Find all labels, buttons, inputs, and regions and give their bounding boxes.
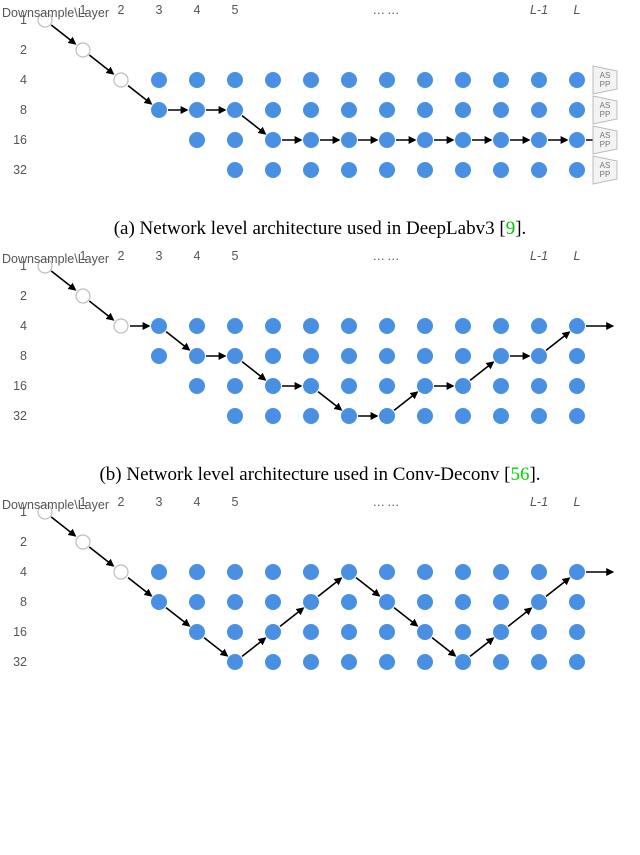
- svg-text:PP: PP: [600, 170, 611, 179]
- col-label: L-1: [530, 249, 548, 263]
- diagram-zigzag: Downsample\Layer1 2 3 4 5 …… L-1 L 1 2 4 8 16 32: [0, 492, 640, 702]
- col-label: 1: [80, 249, 87, 263]
- caption-b: (b) Network level architecture used in C…: [0, 456, 640, 492]
- col-label: ……: [373, 3, 402, 17]
- caption-b-post: ].: [529, 464, 540, 485]
- caption-a-ref: 9: [506, 218, 516, 239]
- svg-text:PP: PP: [600, 140, 611, 149]
- col-label: 4: [194, 3, 201, 17]
- row-label: 2: [20, 43, 27, 57]
- svg-text:AS: AS: [600, 71, 611, 80]
- col-label: 4: [194, 249, 201, 263]
- col-label: L: [574, 495, 581, 509]
- row-label: 8: [20, 595, 27, 609]
- svg-text:PP: PP: [600, 80, 611, 89]
- axis-title: Downsample\Layer: [2, 6, 109, 20]
- row-label: 32: [13, 655, 27, 669]
- col-label: 1: [80, 3, 87, 17]
- row-label: 32: [13, 163, 27, 177]
- svg-text:AS: AS: [600, 101, 611, 110]
- row-label: 32: [13, 409, 27, 423]
- row-label: 1: [20, 13, 27, 27]
- caption-b-ref: 56: [510, 464, 529, 485]
- row-label: 16: [13, 379, 27, 393]
- row-label: 8: [20, 103, 27, 117]
- row-label: 16: [13, 133, 27, 147]
- col-label: 2: [118, 3, 125, 17]
- col-label: L-1: [530, 495, 548, 509]
- axis-title: Downsample\Layer: [2, 252, 109, 266]
- diagram-deeplabv3: ASPPASPPASPPASPPDownsample\Layer12345……L…: [0, 0, 640, 210]
- col-label: 5: [232, 495, 239, 509]
- caption-a-pre: (a) Network level architecture used in D…: [114, 218, 506, 239]
- row-label: 2: [20, 535, 27, 549]
- caption-a-post: ].: [515, 218, 526, 239]
- svg-text:AS: AS: [600, 131, 611, 140]
- col-label: L: [574, 249, 581, 263]
- row-label: 4: [20, 73, 27, 87]
- row-label: 2: [20, 289, 27, 303]
- col-label: 2: [118, 495, 125, 509]
- row-label: 4: [20, 319, 27, 333]
- col-label: ……: [373, 495, 402, 509]
- row-label: 1: [20, 259, 27, 273]
- row-label: 4: [20, 565, 27, 579]
- col-label: 3: [156, 249, 163, 263]
- col-label: ……: [373, 249, 402, 263]
- caption-b-pre: (b) Network level architecture used in C…: [99, 464, 510, 485]
- col-label: 3: [156, 495, 163, 509]
- axis-title: Downsample\Layer: [2, 498, 109, 512]
- svg-text:AS: AS: [600, 161, 611, 170]
- col-label: 3: [156, 3, 163, 17]
- col-label: 2: [118, 249, 125, 263]
- row-label: 1: [20, 505, 27, 519]
- col-label: 4: [194, 495, 201, 509]
- col-label: 1: [80, 495, 87, 509]
- col-label: 5: [232, 3, 239, 17]
- col-label: L-1: [530, 3, 548, 17]
- diagram-convdeconv: Downsample\Layer1 2 3 4 5 …… L-1 L 1 2 4 8 16 32: [0, 246, 640, 456]
- col-label: 5: [232, 249, 239, 263]
- svg-text:PP: PP: [600, 110, 611, 119]
- row-label: 16: [13, 625, 27, 639]
- row-label: 8: [20, 349, 27, 363]
- caption-a: (a) Network level architecture used in D…: [0, 210, 640, 246]
- col-label: L: [574, 3, 581, 17]
